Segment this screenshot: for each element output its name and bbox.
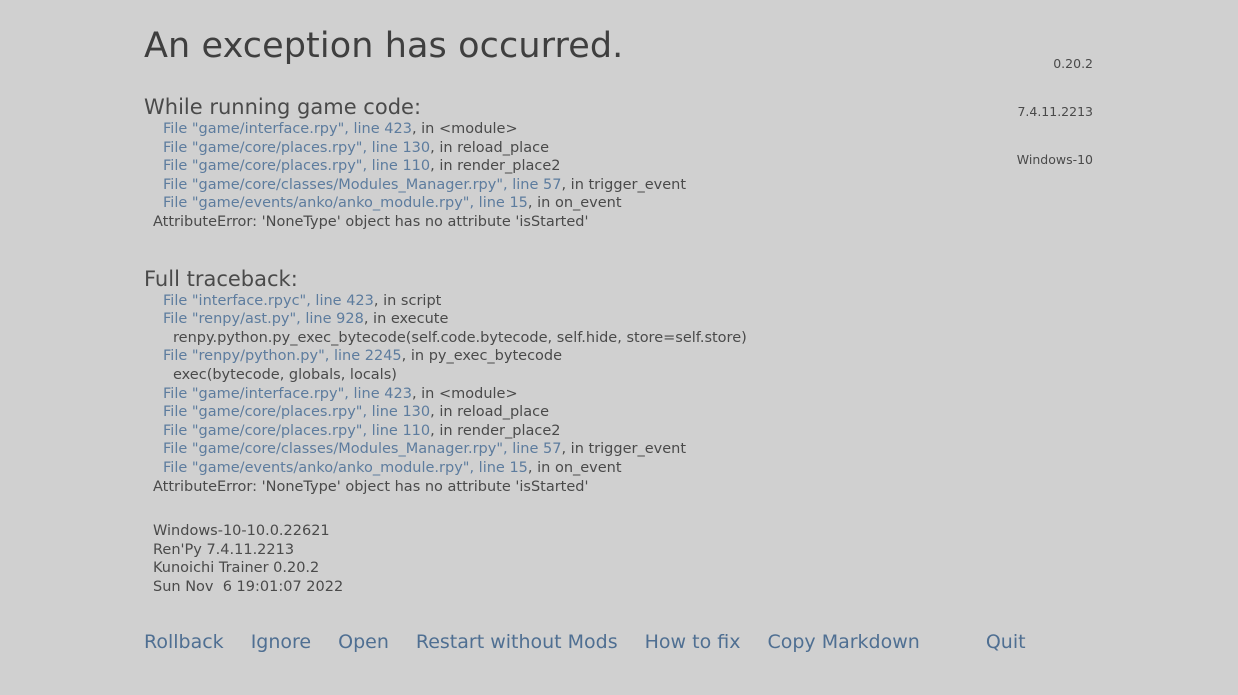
traceback-file-link[interactable]: File "renpy/python.py", line 2245	[163, 348, 402, 364]
environment-line: Windows-10-10.0.22621	[153, 523, 330, 540]
footer-buttons: Rollback Ignore Open Restart without Mods Ho…	[144, 628, 920, 656]
traceback-file-link[interactable]: File "interface.rpyc", line 423	[163, 293, 374, 309]
traceback-file-link[interactable]: File "game/core/places.rpy", line 130	[163, 404, 430, 420]
traceback-file-link[interactable]: File "game/core/classes/Modules_Manager.…	[163, 441, 561, 457]
section-title-full-traceback: Full traceback:	[144, 266, 298, 291]
traceback-file-line[interactable]: File "game/core/places.rpy", line 130, i…	[163, 403, 1238, 422]
game-version: 0.20.2	[1053, 56, 1093, 71]
environment-line: Sun Nov 6 19:01:07 2022	[153, 578, 344, 595]
traceback-code-line: renpy.python.py_exec_bytecode(self.code.…	[173, 329, 747, 346]
traceback-file-context: , in trigger_event	[561, 176, 687, 193]
traceback-file-line[interactable]: File "renpy/ast.py", line 928, in execut…	[163, 310, 1238, 329]
traceback-file-context: , in py_exec_bytecode	[401, 348, 563, 365]
page-title: An exception has occurred.	[144, 26, 624, 66]
traceback-file-link[interactable]: File "renpy/ast.py", line 928	[163, 311, 364, 327]
traceback-file-link[interactable]: File "game/core/places.rpy", line 130	[163, 140, 430, 156]
traceback-file-context: , in reload_place	[430, 404, 549, 421]
full-traceback-lines: File "interface.rpyc", line 423, in scri…	[0, 292, 1238, 497]
section-while-running: While running game code: File "game/inte…	[0, 94, 1238, 232]
traceback-file-line[interactable]: File "game/events/anko/anko_module.rpy",…	[163, 459, 1238, 478]
traceback-file-context: , in <module>	[411, 121, 518, 137]
exception-screen: 0.20.2 7.4.11.2213 Windows-10 An excepti…	[0, 0, 1238, 695]
open-button[interactable]: Open	[338, 628, 389, 656]
traceback-file-line[interactable]: File "game/core/places.rpy", line 110, i…	[163, 422, 1238, 441]
while-running-lines: File "game/interface.rpy", line 423, in …	[0, 120, 1238, 232]
environment-line: Ren'Py 7.4.11.2213	[153, 541, 295, 558]
traceback-file-link[interactable]: File "game/interface.rpy", line 423	[163, 121, 412, 137]
traceback-file-line[interactable]: File "game/interface.rpy", line 423, in …	[163, 385, 1238, 404]
traceback-file-line[interactable]: File "game/core/classes/Modules_Manager.…	[163, 440, 1238, 459]
traceback-file-line[interactable]: File "game/core/places.rpy", line 110, i…	[163, 157, 1238, 176]
traceback-file-context: , in render_place2	[430, 158, 561, 175]
section-full-traceback: Full traceback: File "interface.rpyc", l…	[0, 266, 1238, 497]
traceback-file-context: , in on_event	[527, 195, 622, 212]
traceback-error-line: AttributeError: 'NoneType' object has no…	[153, 213, 589, 230]
traceback-file-link[interactable]: File "game/events/anko/anko_module.rpy",…	[163, 195, 528, 211]
traceback-file-link[interactable]: File "game/core/classes/Modules_Manager.…	[163, 177, 561, 193]
traceback-file-line[interactable]: File "interface.rpyc", line 423, in scri…	[163, 292, 1238, 311]
section-title-while-running: While running game code:	[144, 95, 422, 119]
traceback-content: While running game code: File "game/inte…	[0, 94, 1238, 596]
traceback-file-line[interactable]: File "game/core/places.rpy", line 130, i…	[163, 139, 1238, 158]
traceback-error-line: AttributeError: 'NoneType' object has no…	[153, 478, 589, 495]
traceback-file-line[interactable]: File "game/events/anko/anko_module.rpy",…	[163, 194, 1238, 213]
traceback-file-context: , in render_place2	[430, 422, 561, 439]
traceback-file-link[interactable]: File "game/core/places.rpy", line 110	[163, 158, 430, 174]
ignore-button[interactable]: Ignore	[251, 628, 311, 656]
rollback-button[interactable]: Rollback	[144, 628, 224, 656]
traceback-file-context: , in script	[373, 292, 442, 309]
quit-button[interactable]: Quit	[986, 628, 1026, 656]
traceback-code-line: exec(bytecode, globals, locals)	[173, 366, 397, 383]
traceback-file-context: , in execute	[363, 311, 449, 328]
environment-spacer	[0, 496, 1238, 522]
traceback-file-context: , in on_event	[527, 459, 622, 476]
footer-button-group: Rollback Ignore Open Restart without Mods Ho…	[144, 628, 1154, 656]
how-to-fix-button[interactable]: How to fix	[645, 628, 741, 656]
traceback-file-link[interactable]: File "game/interface.rpy", line 423	[163, 386, 412, 402]
copy-markdown-button[interactable]: Copy Markdown	[767, 628, 919, 656]
traceback-file-line[interactable]: File "renpy/python.py", line 2245, in py…	[163, 347, 1238, 366]
restart-without-mods-button[interactable]: Restart without Mods	[416, 628, 618, 656]
traceback-file-line[interactable]: File "game/core/classes/Modules_Manager.…	[163, 176, 1238, 195]
environment-info: Windows-10-10.0.22621 Ren'Py 7.4.11.2213 K…	[153, 522, 1238, 596]
traceback-file-context: , in trigger_event	[561, 441, 687, 458]
traceback-file-link[interactable]: File "game/events/anko/anko_module.rpy",…	[163, 460, 528, 476]
traceback-file-context: , in reload_place	[430, 139, 549, 156]
footer-actions: Rollback Ignore Open Restart without Mods Ho…	[144, 628, 1154, 660]
environment-line: Kunoichi Trainer 0.20.2	[153, 560, 320, 577]
traceback-file-line[interactable]: File "game/interface.rpy", line 423, in …	[163, 120, 1238, 139]
traceback-file-link[interactable]: File "game/core/places.rpy", line 110	[163, 423, 430, 439]
traceback-file-context: , in <module>	[411, 385, 518, 402]
